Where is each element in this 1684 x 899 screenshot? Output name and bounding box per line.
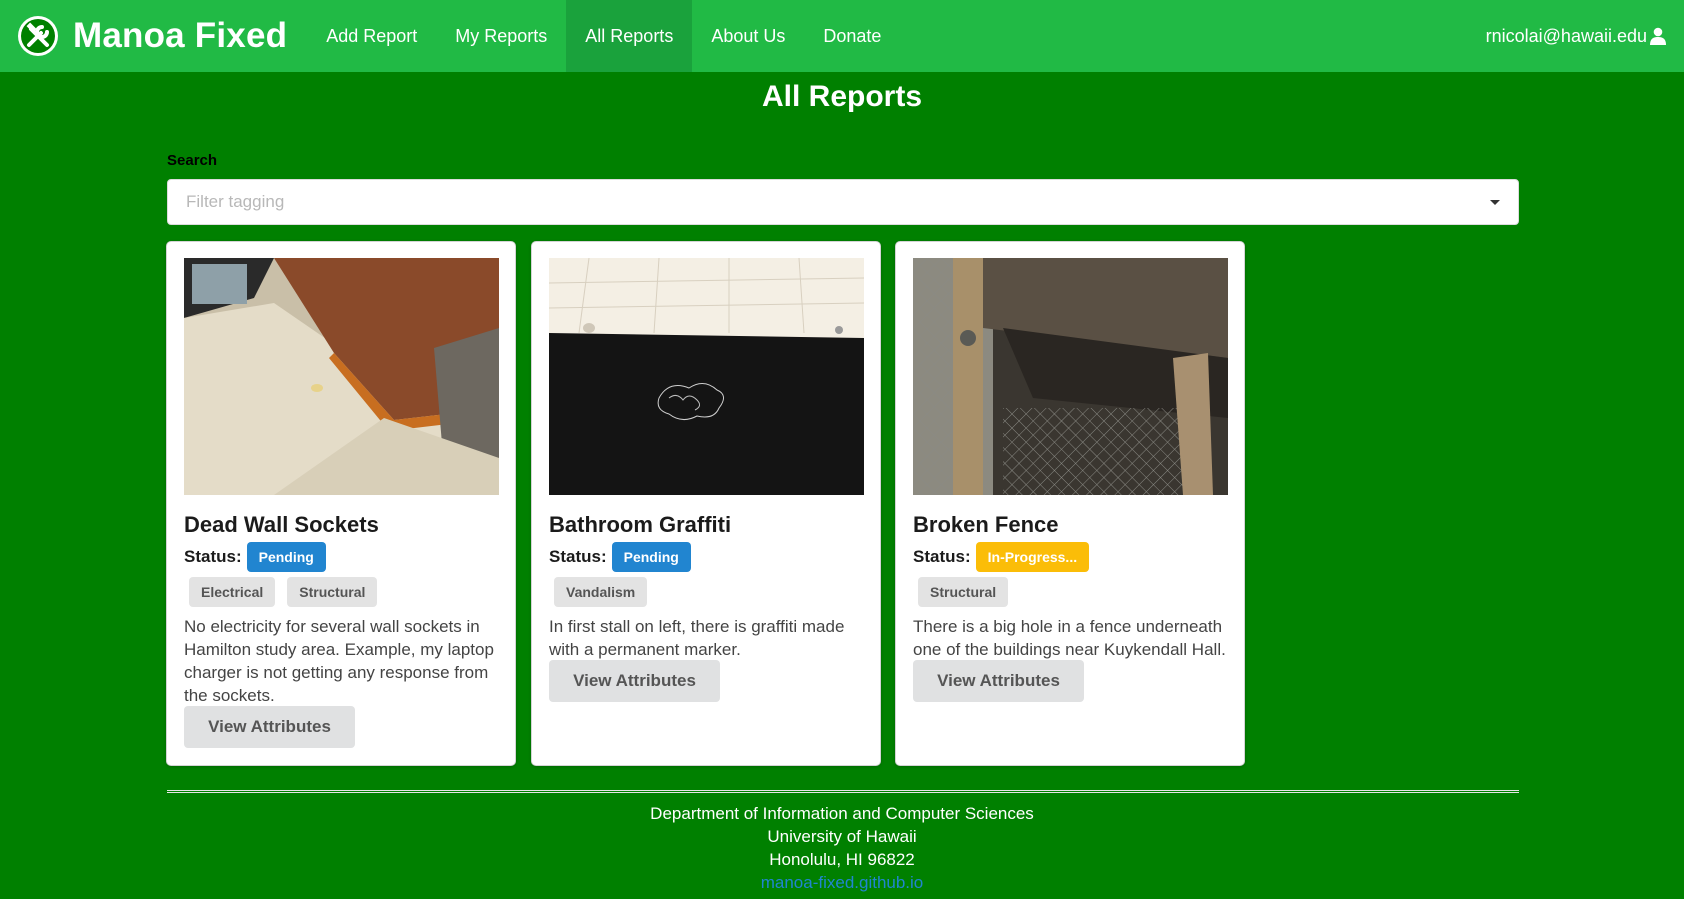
view-attributes-button[interactable]: View Attributes bbox=[549, 660, 720, 702]
nav-about-us[interactable]: About Us bbox=[692, 0, 804, 72]
brand-name: Manoa Fixed bbox=[73, 16, 288, 55]
user-icon bbox=[1650, 27, 1666, 45]
view-attributes-button[interactable]: View Attributes bbox=[913, 660, 1084, 702]
dropdown-caret-icon bbox=[1490, 199, 1500, 205]
footer-department: Department of Information and Computer S… bbox=[650, 804, 1034, 823]
report-title: Broken Fence bbox=[913, 512, 1059, 537]
report-title: Bathroom Graffiti bbox=[549, 512, 732, 537]
filter-tagging-dropdown[interactable]: Filter tagging bbox=[167, 179, 1519, 225]
page-title: All Reports bbox=[761, 80, 923, 113]
tag-list: Electrical Structural bbox=[189, 577, 389, 607]
nav-my-reports[interactable]: My Reports bbox=[436, 0, 566, 72]
status-row: Status: Pending bbox=[184, 542, 326, 572]
tag-label: Structural bbox=[918, 577, 1009, 607]
status-badge: In-Progress... bbox=[975, 542, 1090, 572]
tag-label: Structural bbox=[287, 577, 378, 607]
tag-list: Structural bbox=[918, 577, 1020, 607]
report-image bbox=[913, 258, 1228, 495]
view-attributes-button[interactable]: View Attributes bbox=[184, 706, 355, 748]
tag-label: Electrical bbox=[189, 577, 276, 607]
report-description: There is a big hole in a fence underneat… bbox=[913, 617, 1226, 659]
tools-logo-icon bbox=[18, 16, 58, 56]
user-menu[interactable]: rnicolai@hawaii.edu bbox=[1486, 0, 1667, 72]
nav-all-reports[interactable]: All Reports bbox=[566, 0, 693, 72]
report-title: Dead Wall Sockets bbox=[184, 512, 379, 537]
footer-address: Honolulu, HI 96822 bbox=[769, 850, 915, 869]
user-email: rnicolai@hawaii.edu bbox=[1485, 25, 1647, 46]
report-description: In first stall on left, there is graffit… bbox=[549, 617, 845, 659]
tag-label: Vandalism bbox=[554, 577, 648, 607]
status-label: Status: bbox=[549, 547, 607, 566]
status-badge: Pending bbox=[611, 542, 691, 572]
report-description: No electricity for several wall sockets … bbox=[184, 617, 494, 705]
report-image bbox=[184, 258, 499, 495]
report-card: Bathroom Graffiti Status: Pending Vandal… bbox=[531, 241, 881, 766]
report-card: Broken Fence Status: In-Progress... Stru… bbox=[895, 241, 1245, 766]
nav-menu: Add Report My Reports All Reports About … bbox=[307, 0, 900, 72]
footer-university: University of Hawaii bbox=[767, 827, 917, 846]
brand[interactable]: Manoa Fixed bbox=[17, 0, 287, 72]
status-row: Status: In-Progress... bbox=[913, 542, 1090, 572]
footer: Department of Information and Computer S… bbox=[0, 802, 1684, 894]
nav-add-report[interactable]: Add Report bbox=[307, 0, 436, 72]
search-label: Search bbox=[167, 152, 218, 169]
status-row: Status: Pending bbox=[549, 542, 691, 572]
report-card: Dead Wall Sockets Status: Pending Electr… bbox=[166, 241, 516, 766]
status-badge: Pending bbox=[246, 542, 326, 572]
top-navbar: Manoa Fixed Add Report My Reports All Re… bbox=[0, 0, 1684, 72]
footer-site-link[interactable]: manoa-fixed.github.io bbox=[0, 871, 1684, 894]
search-placeholder: Filter tagging bbox=[186, 192, 285, 211]
status-label: Status: bbox=[913, 547, 971, 566]
tag-list: Vandalism bbox=[554, 577, 659, 607]
nav-donate[interactable]: Donate bbox=[804, 0, 900, 72]
status-label: Status: bbox=[184, 547, 242, 566]
report-image bbox=[549, 258, 864, 495]
footer-divider bbox=[167, 790, 1519, 793]
